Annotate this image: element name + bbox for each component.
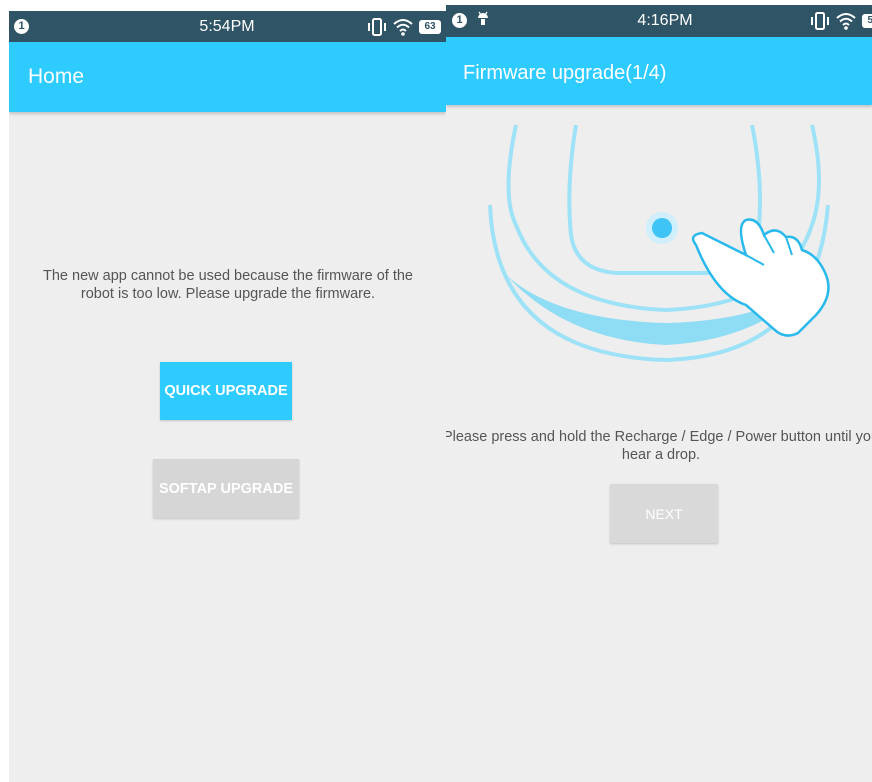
quick-upgrade-button[interactable]: QUICK UPGRADE — [160, 362, 292, 420]
next-button[interactable]: NEXT — [610, 484, 718, 543]
firmware-upgrade-screen: 1 4:16PM 55 Firmware upgrade(1/4) — [446, 5, 872, 782]
status-clock: 5:54PM — [199, 18, 255, 35]
vibrate-icon — [811, 12, 829, 30]
battery-icon: 63 — [419, 20, 441, 34]
wifi-icon — [393, 19, 413, 36]
notification-badge-icon: 1 — [14, 19, 29, 34]
home-screen: 1 5:54PM 63 Home The new app cannot be u… — [9, 11, 446, 782]
vibrate-icon — [368, 18, 386, 36]
upgrade-required-message: The new app cannot be used because the f… — [43, 268, 413, 302]
status-clock: 4:16PM — [637, 12, 693, 29]
instruction-message: Please press and hold the Recharge / Edg… — [446, 429, 872, 463]
system-icons: 63 — [367, 18, 445, 36]
system-icons: 55 — [810, 12, 872, 30]
battery-icon: 55 — [862, 14, 872, 28]
page-title: Home — [28, 65, 85, 88]
notification-badge-icon: 1 — [452, 13, 467, 28]
status-bar: 1 4:16PM 55 — [446, 5, 872, 37]
app-bar: Home — [9, 42, 446, 112]
app-bar: Firmware upgrade(1/4) — [446, 37, 872, 105]
softap-upgrade-button[interactable]: SOFTAP UPGRADE — [153, 459, 299, 518]
status-bar: 1 5:54PM 63 — [9, 11, 446, 42]
wifi-icon — [836, 13, 856, 30]
page-title: Firmware upgrade(1/4) — [463, 62, 667, 84]
robot-vacuum-icon — [488, 124, 830, 363]
android-icon — [478, 11, 488, 25]
